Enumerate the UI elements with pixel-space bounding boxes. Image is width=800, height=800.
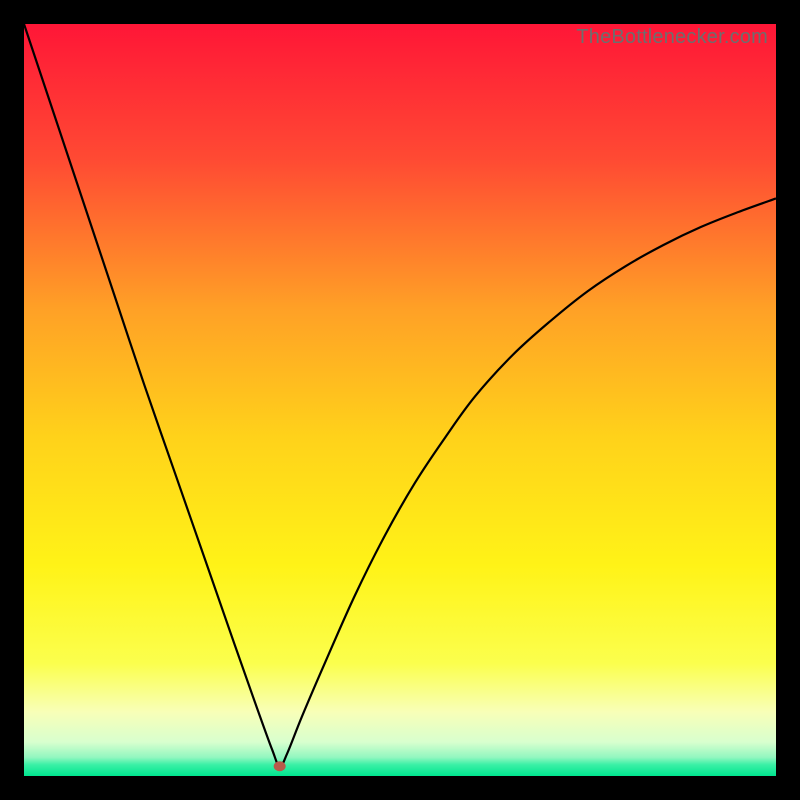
chart-frame: TheBottlenecker.com (0, 0, 800, 800)
chart-canvas (24, 24, 776, 776)
watermark-text: TheBottlenecker.com (576, 26, 768, 49)
minimum-marker (274, 761, 286, 771)
gradient-background (24, 24, 776, 776)
plot-area: TheBottlenecker.com (24, 24, 776, 776)
